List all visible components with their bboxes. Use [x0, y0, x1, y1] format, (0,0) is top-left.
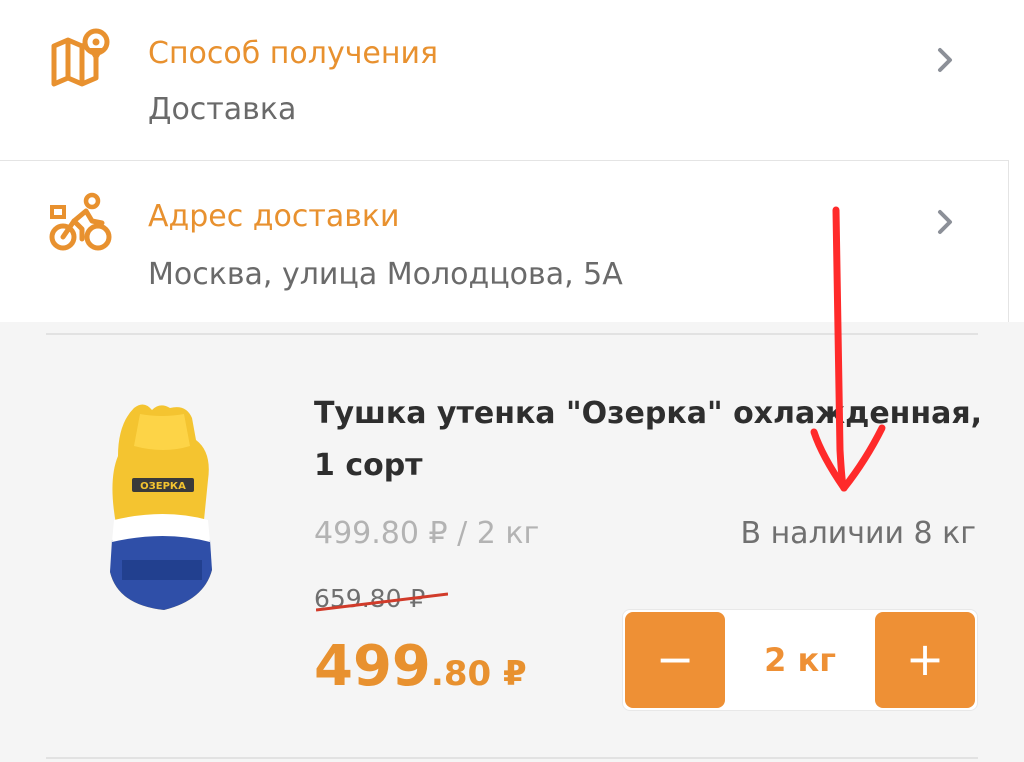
increase-quantity-button[interactable]: + — [875, 612, 975, 708]
delivery-address-value: Москва, улица Молодцова, 5А — [148, 257, 623, 292]
delivery-method-title: Способ получения — [148, 36, 439, 71]
current-price: 499.80 ₽ — [314, 634, 527, 699]
stock-status: В наличии 8 кг — [740, 516, 976, 551]
courier-bike-icon — [49, 192, 112, 251]
chevron-right-icon — [938, 210, 952, 234]
divider — [46, 757, 978, 759]
product-image[interactable]: ОЗЕРКА — [104, 400, 220, 615]
delivery-address-title: Адрес доставки — [148, 199, 400, 234]
quantity-value: 2 кг — [764, 641, 836, 679]
current-price-integer: 499 — [314, 634, 431, 699]
map-pin-icon — [51, 28, 110, 87]
unit-price: 499.80 ₽ / 2 кг — [314, 516, 540, 551]
delivery-method-row[interactable]: Способ получения Доставка — [0, 0, 1008, 160]
old-price-strikethrough — [316, 592, 448, 612]
chevron-right-icon — [938, 48, 952, 72]
current-price-fraction: .80 ₽ — [430, 654, 527, 694]
decrease-quantity-button[interactable]: − — [625, 612, 725, 708]
delivery-method-value: Доставка — [148, 92, 297, 127]
annotation-arrow-icon — [810, 206, 886, 492]
package-brand-text: ОЗЕРКА — [140, 481, 186, 492]
quantity-stepper: − 2 кг + — [622, 609, 978, 711]
